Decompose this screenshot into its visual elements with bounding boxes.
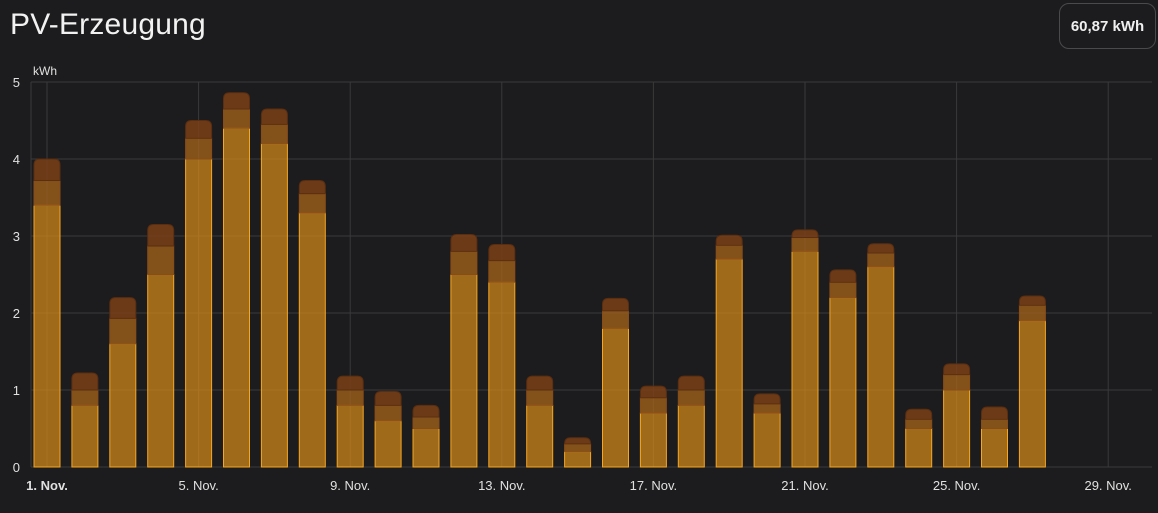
bar-segment[interactable] <box>526 389 554 406</box>
y-tick-label: 1 <box>13 383 20 398</box>
bar-segment[interactable] <box>867 266 895 468</box>
bar-segment[interactable] <box>374 404 402 422</box>
x-tick-label: 5. Nov. <box>178 478 218 493</box>
x-tick-label: 17. Nov. <box>630 478 677 493</box>
bar-segment[interactable] <box>602 310 629 329</box>
bar-segment[interactable] <box>147 245 175 275</box>
bar-segment[interactable] <box>374 391 402 406</box>
bar-segment[interactable] <box>71 404 99 468</box>
bar-segment[interactable] <box>905 428 933 468</box>
bar-segment[interactable] <box>298 193 326 214</box>
bar-segment[interactable] <box>223 92 250 110</box>
bar-segment[interactable] <box>753 393 781 405</box>
bar-segment[interactable] <box>71 372 99 391</box>
bar-segment[interactable] <box>260 143 288 468</box>
bar-segment[interactable] <box>526 404 554 468</box>
bar-segment[interactable] <box>147 223 175 247</box>
bar-segment[interactable] <box>223 127 250 468</box>
bar-segment[interactable] <box>450 250 478 275</box>
bar-segment[interactable] <box>260 108 288 125</box>
bar-segment[interactable] <box>526 375 554 391</box>
bar-segment[interactable] <box>71 389 99 406</box>
y-tick-label: 0 <box>13 460 20 475</box>
bar-segment[interactable] <box>981 428 1008 468</box>
bar-segment[interactable] <box>943 363 971 376</box>
bar-segment[interactable] <box>1018 320 1046 468</box>
x-tick-label: 29. Nov. <box>1084 478 1131 493</box>
bar-segment[interactable] <box>185 137 213 160</box>
bar-segment[interactable] <box>639 385 667 399</box>
bar-segment[interactable] <box>829 281 857 299</box>
bar-segment[interactable] <box>412 416 440 430</box>
bar-segment[interactable] <box>677 404 705 468</box>
bar-segment[interactable] <box>981 406 1008 420</box>
bar-segment[interactable] <box>488 243 516 262</box>
y-tick-label: 3 <box>13 229 20 244</box>
x-tick-label: 9. Nov. <box>330 478 370 493</box>
bar-segment[interactable] <box>450 233 478 252</box>
bar-segment[interactable] <box>412 428 440 468</box>
bar-segment[interactable] <box>33 204 61 468</box>
bar-segment[interactable] <box>33 158 61 182</box>
bar-segment[interactable] <box>109 343 137 468</box>
pv-card: PV-Erzeugung 60,87 kWh 0 1 2 3 4 5 kWh 1. Nov. 5… <box>0 0 1158 513</box>
bar-segment[interactable] <box>829 297 857 468</box>
bar-segment[interactable] <box>639 412 667 468</box>
bar-segment[interactable] <box>791 250 819 468</box>
bar-segment[interactable] <box>564 451 592 468</box>
bar-segment[interactable] <box>791 237 819 252</box>
bar-segment[interactable] <box>677 389 705 406</box>
bar-segment[interactable] <box>260 123 288 145</box>
bar-segment[interactable] <box>981 418 1008 430</box>
bar-segment[interactable] <box>147 274 175 468</box>
y-tick-label: 4 <box>13 152 20 167</box>
energy-bar-chart: 0 1 2 3 4 5 kWh 1. Nov. 5. Nov. 9. Nov. 13. Nov. 17… <box>13 64 1152 493</box>
bar-segment[interactable] <box>753 412 781 468</box>
bar-segment[interactable] <box>715 244 743 260</box>
bar-segment[interactable] <box>943 389 971 468</box>
bar-segment[interactable] <box>109 297 137 319</box>
bar-segment[interactable] <box>488 281 516 468</box>
bar-segment[interactable] <box>602 297 629 312</box>
bar-segment[interactable] <box>791 229 819 239</box>
bar-segment[interactable] <box>450 274 478 468</box>
bar-segment[interactable] <box>564 437 592 445</box>
bar-segment[interactable] <box>1018 304 1046 322</box>
x-tick-label: 13. Nov. <box>478 478 525 493</box>
bar-segment[interactable] <box>943 374 971 391</box>
bar-segment[interactable] <box>715 258 743 468</box>
bar-segment[interactable] <box>564 443 592 453</box>
bar-segment[interactable] <box>905 408 933 420</box>
bar-segment[interactable] <box>1018 295 1046 306</box>
bar-segment[interactable] <box>639 397 667 414</box>
bar-segment[interactable] <box>374 420 402 468</box>
x-tick-label: 1. Nov. <box>26 478 68 493</box>
bar-segment[interactable] <box>298 180 326 195</box>
bar-segment[interactable] <box>753 403 781 414</box>
bar-segment[interactable] <box>185 120 213 139</box>
bar-segment[interactable] <box>488 260 516 283</box>
bar-segment[interactable] <box>185 158 213 468</box>
bar-segment[interactable] <box>602 327 629 468</box>
x-tick-label: 21. Nov. <box>781 478 828 493</box>
y-axis-unit-label: kWh <box>33 64 57 78</box>
y-tick-label: 5 <box>13 75 20 90</box>
bar-segment[interactable] <box>33 180 61 206</box>
bar-segment[interactable] <box>715 234 743 246</box>
bar-segment[interactable] <box>867 252 895 268</box>
bar-segment[interactable] <box>223 108 250 129</box>
y-tick-label: 2 <box>13 306 20 321</box>
bar-segment[interactable] <box>829 269 857 283</box>
bar-segment[interactable] <box>867 243 895 254</box>
bar-segment[interactable] <box>298 212 326 468</box>
bar-segment[interactable] <box>336 404 364 468</box>
x-tick-label: 25. Nov. <box>933 478 980 493</box>
bar-segment[interactable] <box>336 389 364 406</box>
bar-segment[interactable] <box>336 375 364 391</box>
bar-segment[interactable] <box>905 418 933 430</box>
bar-segment[interactable] <box>412 404 440 418</box>
bar-segment[interactable] <box>677 375 705 391</box>
bar-segment[interactable] <box>109 317 137 345</box>
